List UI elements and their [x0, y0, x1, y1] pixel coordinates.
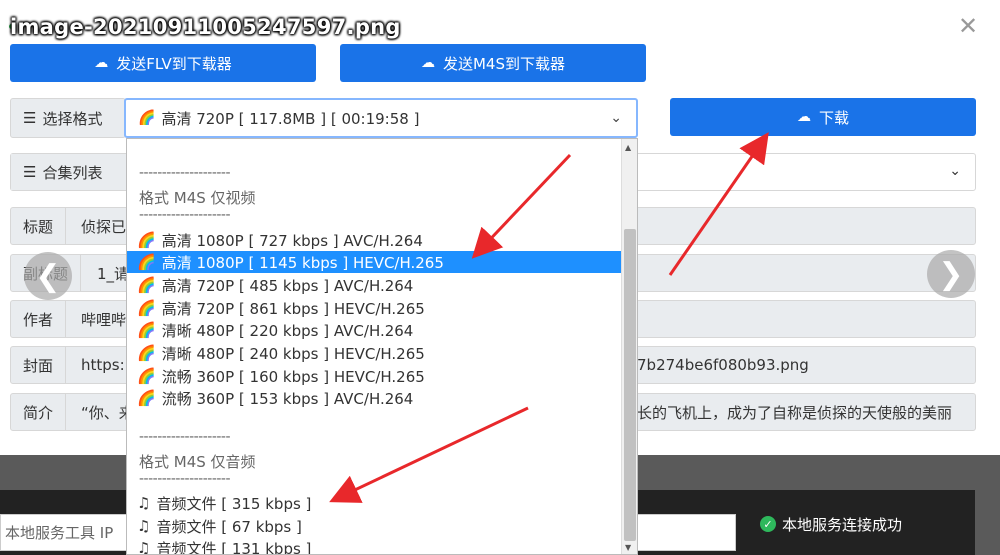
- cover-value-left: https:: [81, 356, 125, 374]
- dropdown-scrollbar[interactable]: ▲ ▼: [621, 139, 637, 554]
- connection-status: ✓ 本地服务连接成功: [760, 512, 902, 536]
- list-icon: ☰: [23, 109, 37, 127]
- option-video-1[interactable]: 🌈 高清 1080P [ 1145 kbps ] HEVC/H.265: [137, 251, 444, 273]
- ip-placeholder: 本地服务工具 IP: [5, 524, 114, 542]
- option-video-7[interactable]: 🌈 流畅 360P [ 153 kbps ] AVC/H.264: [137, 387, 413, 409]
- rainbow-icon: 🌈: [137, 299, 156, 317]
- rainbow-icon: 🌈: [137, 276, 156, 294]
- prev-arrow-icon: ❮: [35, 258, 61, 294]
- author-value: 哔哩哔: [81, 310, 127, 329]
- audio-group-header: 格式 M4S 仅音频: [139, 453, 256, 471]
- format-label-box: ☰ 选择格式: [10, 98, 126, 138]
- intro-label: 简介: [11, 394, 67, 430]
- send-m4s-label: 发送M4S到下载器: [442, 54, 565, 73]
- format-label-text: 选择格式: [42, 109, 103, 128]
- prev-arrow-button[interactable]: ❮: [24, 252, 72, 300]
- chevron-down-icon: ⌄: [949, 163, 961, 179]
- title-value: 侦探已: [81, 217, 127, 236]
- cover-value-right: 7b274be6f080b93.png: [637, 356, 809, 374]
- separator: --------------------: [139, 207, 231, 223]
- option-video-0[interactable]: 🌈 高清 1080P [ 727 kbps ] AVC/H.264: [137, 229, 423, 251]
- option-label: 高清 720P [ 861 kbps ] HEVC/H.265: [161, 299, 425, 318]
- rainbow-icon: 🌈: [138, 110, 156, 126]
- download-label: 下载: [818, 108, 849, 127]
- close-icon[interactable]: ✕: [958, 14, 978, 38]
- option-label: 音频文件 [ 131 kbps ]: [156, 539, 312, 555]
- rainbow-icon: 🌈: [137, 231, 156, 249]
- option-label: 高清 720P [ 485 kbps ] AVC/H.264: [161, 276, 414, 295]
- format-select[interactable]: 🌈 高清 720P [ 117.8MB ] [ 00:19:58 ] ⌄: [124, 98, 638, 138]
- video-group-header: 格式 M4S 仅视频: [139, 189, 256, 207]
- rainbow-icon: 🌈: [137, 367, 156, 385]
- separator: --------------------: [139, 165, 231, 181]
- collection-label: ☰ 合集列表: [11, 154, 127, 190]
- option-audio-0[interactable]: ♫ 音频文件 [ 315 kbps ]: [137, 492, 311, 514]
- download-button[interactable]: ☁ 下载: [670, 98, 976, 136]
- rainbow-icon: 🌈: [137, 253, 156, 271]
- option-label: 流畅 360P [ 160 kbps ] HEVC/H.265: [161, 367, 425, 386]
- music-note-icon: ♫: [137, 517, 151, 535]
- send-flv-button[interactable]: ☁ 发送FLV到下载器: [10, 44, 316, 82]
- rainbow-icon: 🌈: [137, 389, 156, 407]
- cloud-download-icon: ☁: [796, 109, 811, 125]
- send-flv-label: 发送FLV到下载器: [116, 54, 232, 73]
- separator: --------------------: [139, 471, 231, 487]
- option-label: 高清 1080P [ 727 kbps ] AVC/H.264: [161, 231, 423, 250]
- option-label: 清晰 480P [ 240 kbps ] HEVC/H.265: [161, 344, 425, 363]
- separator: --------------------: [139, 429, 231, 445]
- music-note-icon: ♫: [137, 539, 151, 555]
- intro-value-right: 长的飞机上，成为了自称是侦探的天使般的美丽: [637, 403, 953, 422]
- option-video-3[interactable]: 🌈 高清 720P [ 861 kbps ] HEVC/H.265: [137, 297, 425, 319]
- option-video-5[interactable]: 🌈 清晰 480P [ 240 kbps ] HEVC/H.265: [137, 342, 425, 364]
- image-filename-overlay: image-20210911005247597.png: [10, 15, 401, 39]
- check-circle-icon: ✓: [760, 516, 776, 532]
- option-label: 音频文件 [ 315 kbps ]: [156, 494, 312, 513]
- format-selected-value: 高清 720P [ 117.8MB ] [ 00:19:58 ]: [161, 109, 420, 128]
- scrollbar-thumb[interactable]: [624, 229, 636, 541]
- chevron-down-icon: ⌄: [610, 110, 622, 126]
- next-arrow-icon: ❯: [938, 256, 964, 292]
- scroll-up-icon[interactable]: ▲: [625, 143, 631, 152]
- option-audio-2[interactable]: ♫ 音频文件 [ 131 kbps ]: [137, 537, 312, 555]
- collection-label-text: 合集列表: [42, 163, 103, 182]
- option-video-6[interactable]: 🌈 流畅 360P [ 160 kbps ] HEVC/H.265: [137, 365, 425, 387]
- option-video-2[interactable]: 🌈 高清 720P [ 485 kbps ] AVC/H.264: [137, 274, 413, 296]
- option-label: 高清 1080P [ 1145 kbps ] HEVC/H.265: [161, 253, 444, 272]
- scroll-down-icon[interactable]: ▼: [625, 543, 631, 552]
- option-label: 音频文件 [ 67 kbps ]: [156, 517, 302, 536]
- cloud-download-icon: ☁: [94, 55, 109, 71]
- next-arrow-button[interactable]: ❯: [927, 250, 975, 298]
- title-label: 标题: [11, 208, 67, 244]
- connection-status-text: 本地服务连接成功: [782, 515, 903, 534]
- list-icon: ☰: [23, 163, 37, 181]
- rainbow-icon: 🌈: [137, 321, 156, 339]
- format-label: ☰ 选择格式: [11, 99, 114, 137]
- option-video-4[interactable]: 🌈 清晰 480P [ 220 kbps ] AVC/H.264: [137, 319, 413, 341]
- send-m4s-button[interactable]: ☁ 发送M4S到下载器: [340, 44, 646, 82]
- option-label: 清晰 480P [ 220 kbps ] AVC/H.264: [161, 321, 414, 340]
- option-label: 流畅 360P [ 153 kbps ] AVC/H.264: [161, 389, 414, 408]
- option-audio-1[interactable]: ♫ 音频文件 [ 67 kbps ]: [137, 515, 302, 537]
- subtitle-value: 1_请: [97, 264, 130, 283]
- author-label: 作者: [11, 301, 67, 337]
- music-note-icon: ♫: [137, 494, 151, 512]
- format-dropdown-list[interactable]: -------------------- 格式 M4S 仅视频 --------…: [126, 138, 638, 555]
- cover-label: 封面: [11, 347, 67, 383]
- rainbow-icon: 🌈: [137, 344, 156, 362]
- cloud-download-icon: ☁: [420, 55, 435, 71]
